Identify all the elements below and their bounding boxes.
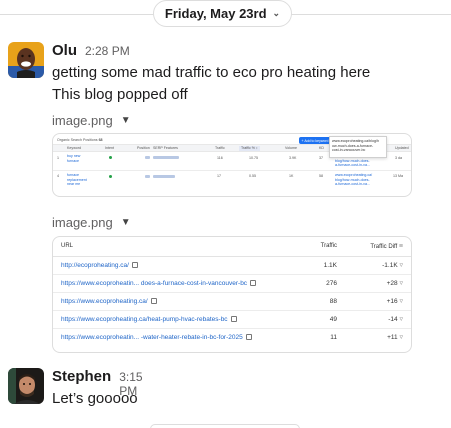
tiny-value: 37 bbox=[319, 156, 323, 160]
attachment-image-positions[interactable]: Organic Search Positions 68 + Add to key… bbox=[52, 133, 412, 197]
tiny-tag bbox=[153, 156, 179, 159]
external-link-icon bbox=[230, 315, 237, 322]
filter-icon: ▿ bbox=[399, 262, 403, 269]
table-row: https://www.ecoproheating.ca/heat-pump-h… bbox=[53, 310, 411, 329]
table-row: https://www.ecoproheatin... -water-heate… bbox=[53, 328, 411, 346]
diff-cell: -1.1K ▿ bbox=[345, 256, 411, 275]
diff-cell: +28 ▿ bbox=[345, 274, 411, 293]
message-text-line: Let’s gooooo bbox=[52, 390, 138, 407]
sender-name[interactable]: Stephen bbox=[52, 368, 111, 385]
tiny-value: 3 da bbox=[395, 156, 402, 160]
avatar[interactable] bbox=[8, 368, 44, 404]
attachment-filename: image.png bbox=[52, 112, 113, 128]
url-cell: https://www.ecoproheating.ca/heat-pump-h… bbox=[53, 310, 303, 329]
external-link-icon bbox=[131, 261, 138, 268]
tiny-tag bbox=[145, 156, 150, 159]
table-row: https://www.ecoproheatin... does-a-furna… bbox=[53, 274, 411, 293]
filter-icon: ▿ bbox=[399, 334, 403, 342]
tiny-value: 0.55 bbox=[249, 174, 256, 178]
avatar[interactable] bbox=[8, 42, 44, 78]
tiny-col: Traffic bbox=[215, 146, 225, 150]
sort-icon: ≡ bbox=[398, 242, 403, 250]
tiny-value: 13 Ma bbox=[393, 174, 403, 178]
external-link-icon bbox=[245, 333, 252, 340]
url-cell: https://www.ecoproheating.ca/ bbox=[53, 292, 303, 311]
tiny-value: 116 bbox=[217, 156, 223, 160]
tiny-keyword: furnace replacement near me bbox=[67, 173, 87, 186]
tiny-col: Traffic % ↕ bbox=[239, 146, 260, 151]
attachment-image-traffic[interactable]: URL Traffic Traffic Diff ≡ http://ecopro… bbox=[52, 236, 412, 353]
url-tooltip: www.ecoproheating.ca/blog/h ow-much-does… bbox=[329, 136, 387, 158]
traffic-cell: 11 bbox=[330, 333, 337, 341]
table-row: http://ecoproheating.ca/ 1.1K -1.1K ▿ bbox=[53, 256, 411, 275]
diff-cell: +16 ▿ bbox=[345, 292, 411, 311]
caret-down-icon[interactable]: ▼ bbox=[121, 217, 131, 228]
filter-icon: ▿ bbox=[399, 280, 403, 287]
traffic-table: URL Traffic Traffic Diff ≡ http://ecopro… bbox=[53, 237, 411, 346]
attachment-label[interactable]: image.png ▼ bbox=[52, 110, 131, 130]
next-date-divider bbox=[150, 424, 300, 428]
tiny-col: SERP Features bbox=[153, 146, 178, 150]
message-text-line: getting some mad traffic to eco pro heat… bbox=[52, 64, 371, 81]
filter-icon: ▿ bbox=[399, 298, 403, 305]
traffic-cell: 1.1K bbox=[303, 256, 345, 275]
col-traffic-diff: Traffic Diff ≡ bbox=[345, 237, 411, 257]
tiny-value: 58 bbox=[319, 174, 323, 178]
tiny-url: www.ecoproheating.ca/ blog/how-much-does… bbox=[335, 173, 373, 186]
tiny-col: Position bbox=[137, 146, 150, 150]
tiny-title: Organic Search Positions 68 bbox=[57, 138, 103, 142]
tiny-value: 1K bbox=[289, 174, 294, 178]
tiny-tag bbox=[145, 175, 150, 178]
attachment-label[interactable]: image.png ▼ bbox=[52, 212, 131, 232]
add-keyword-button: + Add to keyword bbox=[299, 137, 331, 144]
tiny-value: 17 bbox=[217, 174, 221, 178]
intent-dot bbox=[109, 175, 112, 178]
url-cell: https://www.ecoproheatin... does-a-furna… bbox=[53, 274, 303, 293]
intent-dot bbox=[109, 156, 112, 159]
tiny-tag bbox=[153, 175, 175, 178]
date-label: Friday, May 23rd bbox=[164, 6, 267, 21]
tiny-value: 3.9K bbox=[289, 156, 297, 160]
tooltip-text: www.ecoproheating.ca/blog/h ow-much-does… bbox=[332, 139, 379, 152]
external-link-icon bbox=[150, 297, 157, 304]
tiny-value: 10.75 bbox=[249, 156, 258, 160]
tiny-col: Keyword bbox=[67, 146, 81, 150]
sender-name[interactable]: Olu bbox=[52, 42, 77, 59]
tiny-col: KD bbox=[319, 146, 324, 150]
tiny-col: Intent bbox=[105, 146, 114, 150]
traffic-cell: 88 bbox=[303, 292, 345, 311]
tiny-row-num: 4 bbox=[57, 174, 59, 178]
date-divider: Friday, May 23rd ⌄ bbox=[0, 0, 451, 28]
caret-down-icon[interactable]: ▼ bbox=[121, 115, 131, 126]
external-link-icon bbox=[250, 279, 257, 286]
url-cell: http://ecoproheating.ca/ bbox=[53, 256, 303, 275]
attachment-filename: image.png bbox=[52, 214, 113, 230]
traffic-cell: 276 bbox=[303, 274, 345, 293]
diff-cell: -14 ▿ bbox=[345, 310, 411, 329]
message-timestamp[interactable]: 2:28 PM bbox=[85, 44, 130, 58]
chevron-down-icon: ⌄ bbox=[272, 8, 281, 18]
tiny-col: Volume bbox=[285, 146, 297, 150]
table-row: https://www.ecoproheating.ca/ 88 +16 ▿ bbox=[53, 292, 411, 311]
col-url: URL bbox=[53, 237, 303, 257]
tiny-row-num: 1 bbox=[57, 156, 59, 160]
tiny-keyword: buy new furnace bbox=[67, 154, 81, 163]
diff-cell: +11 ▿ bbox=[387, 334, 403, 342]
url-cell: https://www.ecoproheatin... -water-heate… bbox=[53, 328, 303, 346]
row-separator bbox=[53, 170, 411, 171]
date-jump-button[interactable]: Friday, May 23rd ⌄ bbox=[153, 0, 292, 27]
tiny-col: Updated bbox=[395, 146, 409, 150]
message-text-line: This blog popped off bbox=[52, 86, 188, 103]
traffic-cell: 49 bbox=[303, 310, 345, 329]
col-traffic: Traffic bbox=[303, 237, 345, 257]
filter-icon: ▿ bbox=[399, 316, 403, 323]
